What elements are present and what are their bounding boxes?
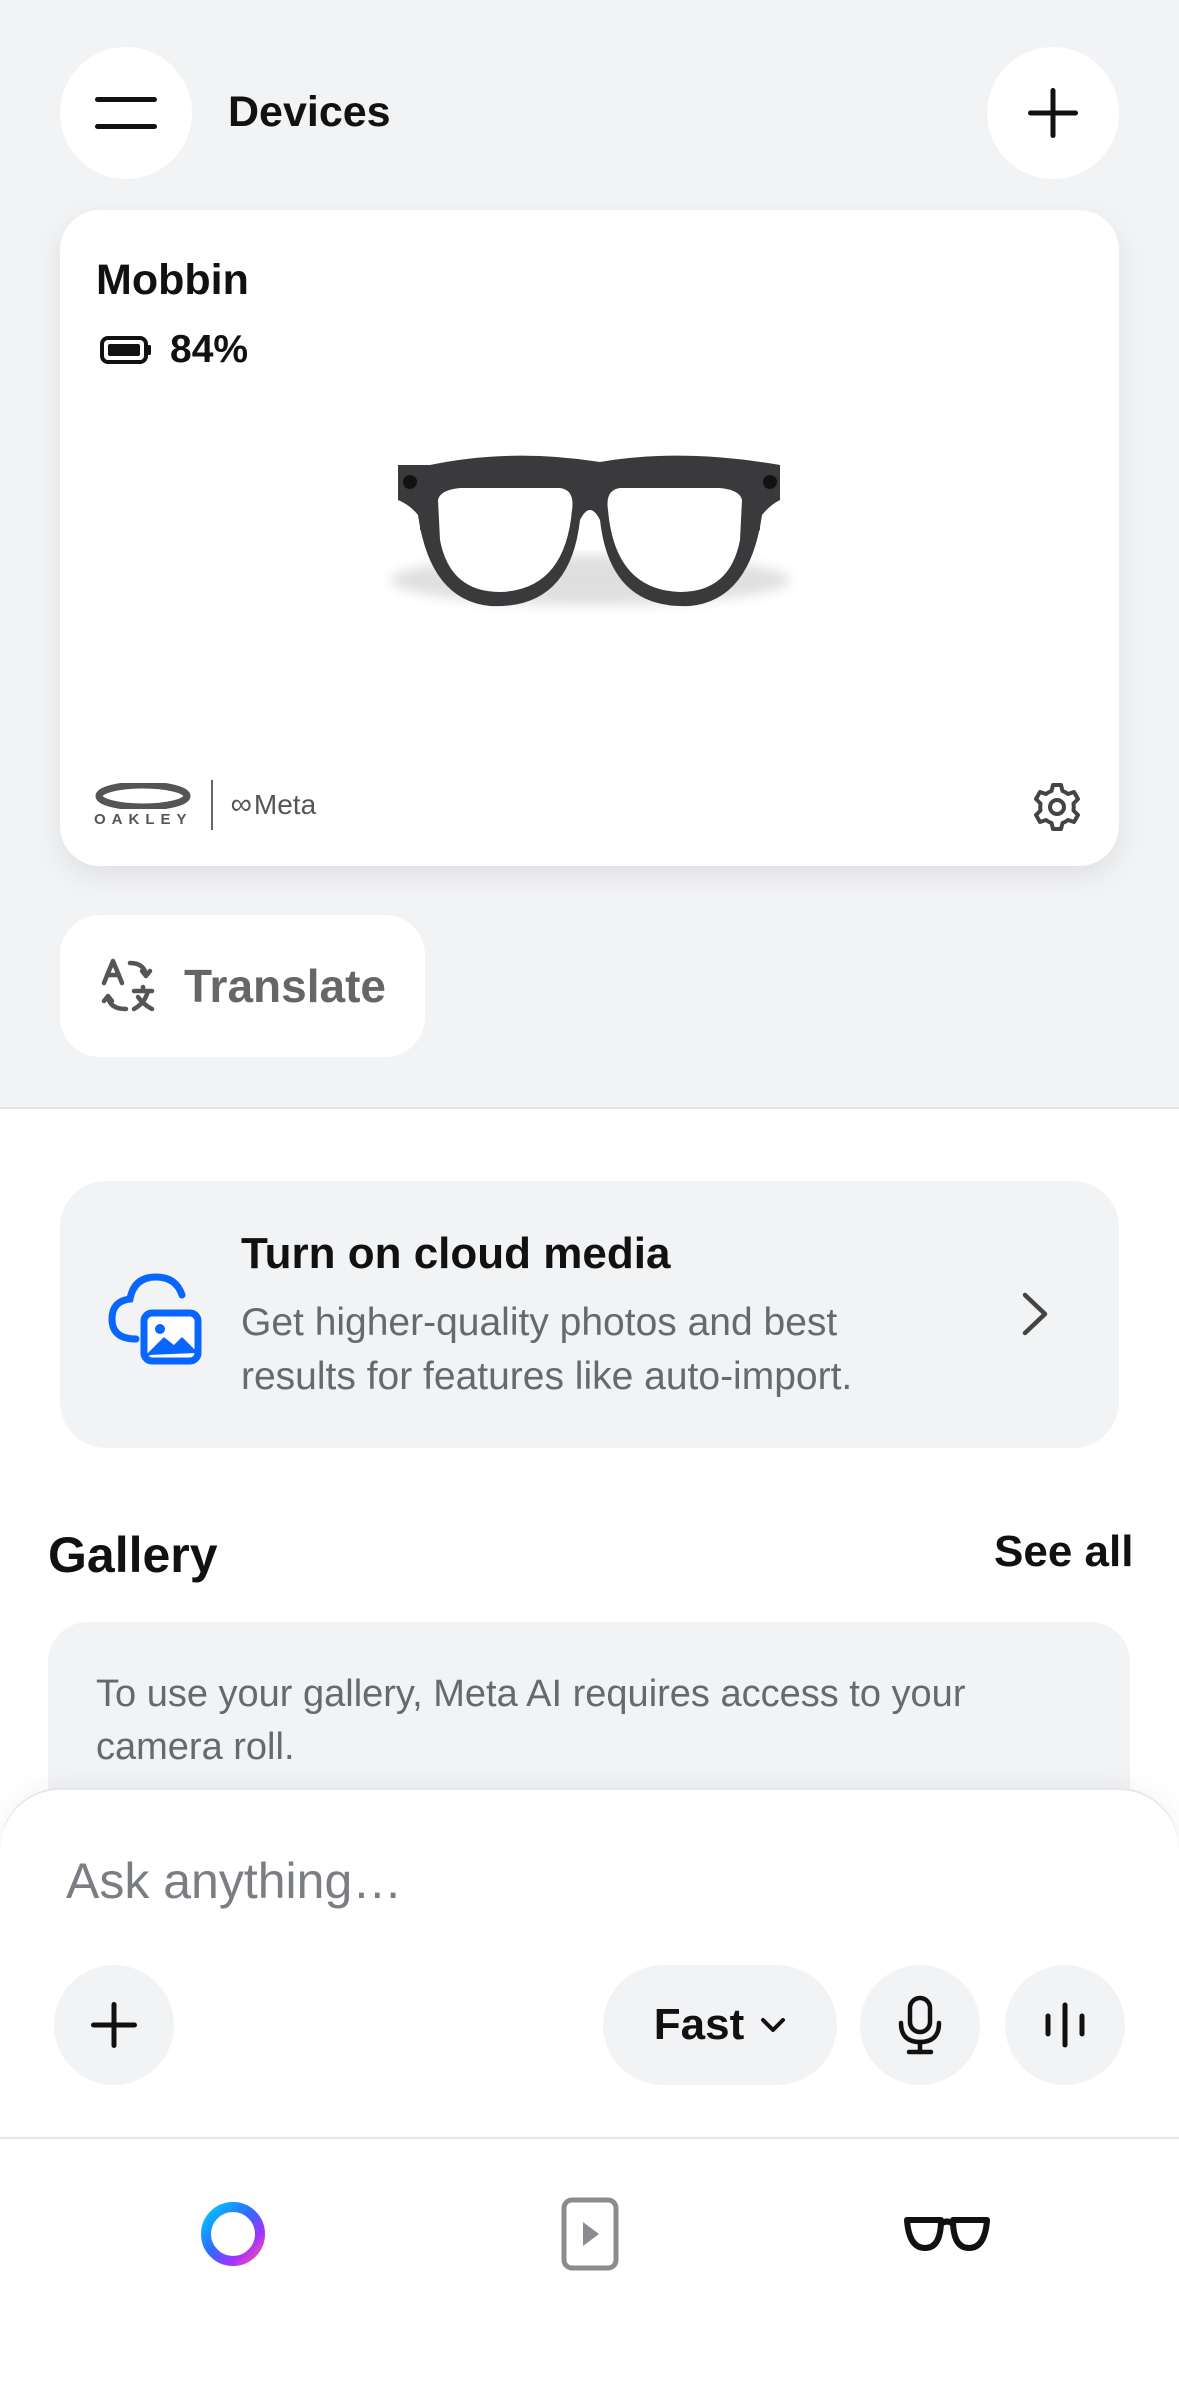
plus-icon — [91, 2002, 137, 2048]
battery-status: 84% — [100, 328, 248, 372]
oakley-wordmark: OAKLEY — [94, 810, 193, 828]
mode-selector[interactable]: Fast — [603, 1965, 837, 2085]
gallery-see-all-link[interactable]: See all — [994, 1527, 1133, 1577]
device-name: Mobbin — [96, 256, 249, 304]
ask-input[interactable] — [66, 1846, 1066, 1916]
media-play-icon — [561, 2197, 619, 2271]
cloud-media-banner[interactable]: Turn on cloud media Get higher-quality p… — [60, 1181, 1119, 1448]
brand-logos: OAKLEY ∞ Meta — [94, 780, 316, 830]
microphone-button[interactable] — [860, 1965, 980, 2085]
device-card[interactable]: Mobbin 84% OAKLEY ∞ Meta — [60, 210, 1119, 866]
nav-item-meta-ai[interactable] — [163, 2179, 303, 2289]
glasses-image — [390, 455, 790, 607]
oakley-ellipse-icon — [95, 782, 191, 809]
microphone-icon — [898, 1995, 942, 2055]
translate-button[interactable]: Translate — [60, 915, 425, 1057]
gallery-title: Gallery — [48, 1527, 218, 1583]
menu-button[interactable] — [60, 47, 192, 179]
voice-mode-button[interactable] — [1005, 1965, 1125, 2085]
plus-icon — [1028, 88, 1078, 138]
cloud-image-icon — [108, 1273, 202, 1365]
meta-ai-ring-icon — [201, 2202, 265, 2266]
translate-label: Translate — [184, 960, 386, 1012]
meta-wordmark: Meta — [253, 789, 317, 820]
gallery-notice-text: To use your gallery, Meta AI requires ac… — [96, 1673, 966, 1768]
meta-infinity-icon: ∞ — [230, 788, 252, 821]
hamburger-menu-icon — [95, 97, 157, 129]
page-title: Devices — [228, 88, 391, 136]
nav-item-media[interactable] — [520, 2179, 660, 2289]
oakley-logo: OAKLEY — [94, 782, 193, 828]
section-divider — [0, 1107, 1179, 1109]
bottom-navigation — [0, 2139, 1179, 2396]
gear-icon[interactable] — [1032, 782, 1082, 832]
chevron-down-icon — [761, 2018, 786, 2032]
chevron-right-icon — [1022, 1292, 1048, 1336]
cloud-banner-title: Turn on cloud media — [241, 1229, 671, 1278]
voice-waveform-icon — [1045, 2002, 1085, 2048]
glasses-icon — [904, 2217, 990, 2251]
battery-icon — [100, 336, 151, 364]
ask-composer: Fast — [0, 1790, 1179, 2138]
battery-percent: 84% — [170, 328, 249, 371]
translate-icon — [101, 958, 155, 1012]
add-device-button[interactable] — [987, 47, 1119, 179]
meta-logo: ∞ Meta — [231, 788, 317, 822]
attach-button[interactable] — [54, 1965, 174, 2085]
brand-divider — [210, 780, 213, 830]
cloud-banner-description: Get higher-quality photos and best resul… — [241, 1301, 853, 1398]
nav-item-devices[interactable] — [877, 2179, 1017, 2289]
mode-label: Fast — [653, 2000, 745, 2049]
